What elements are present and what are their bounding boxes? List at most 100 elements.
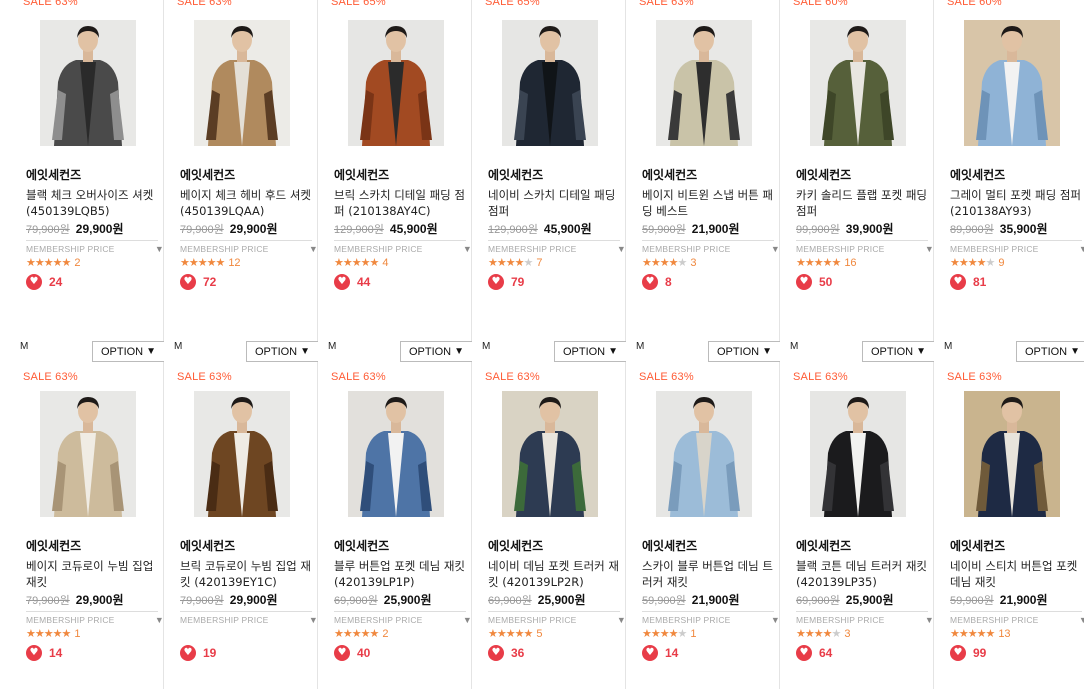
brand-name[interactable]: 에잇세컨즈 <box>26 537 81 554</box>
heart-icon[interactable]: ♥ <box>642 645 658 661</box>
heart-icon[interactable]: ♥ <box>26 645 42 661</box>
product-image[interactable] <box>194 20 290 146</box>
product-card[interactable]: SALE 63% 에잇세컨즈 브릭 코듀로이 누빔 집업 재킷 (420139EY1… <box>164 371 318 689</box>
product-image[interactable] <box>40 391 136 517</box>
product-image[interactable] <box>964 20 1060 146</box>
product-name[interactable]: 브릭 코듀로이 누빔 집업 재킷 (420139EY1C) <box>180 558 312 590</box>
product-card[interactable]: SALE 63% 에잇세컨즈 블루 버튼업 포켓 데님 재킷 (420139LP1P… <box>318 371 472 689</box>
heart-icon[interactable]: ♥ <box>488 274 504 290</box>
product-name[interactable]: 네이비 스티치 버튼업 포켓 데님 재킷 <box>950 558 1082 590</box>
product-card[interactable]: SALE 63% 에잇세컨즈 블랙 코튼 데님 트러커 재킷 (420139LP35… <box>780 371 934 689</box>
membership-price-toggle[interactable]: MEMBERSHIP PRICE ▼ <box>642 240 780 254</box>
product-name[interactable]: 블랙 코튼 데님 트러커 재킷 (420139LP35) <box>796 558 928 590</box>
brand-name[interactable]: 에잇세컨즈 <box>796 166 851 183</box>
heart-icon[interactable]: ♥ <box>796 274 812 290</box>
rating: ★★★★★ 12 <box>180 256 241 269</box>
product-image[interactable] <box>656 20 752 146</box>
product-image[interactable] <box>810 391 906 517</box>
option-button[interactable]: OPTION ▼ <box>554 341 626 362</box>
brand-name[interactable]: 에잇세컨즈 <box>488 166 543 183</box>
membership-price-toggle[interactable]: MEMBERSHIP PRICE ▼ <box>488 611 626 625</box>
product-name[interactable]: 블루 버튼업 포켓 데님 재킷 (420139LP1P) <box>334 558 466 590</box>
option-button[interactable]: OPTION ▼ <box>708 341 780 362</box>
heart-icon[interactable]: ♥ <box>180 645 196 661</box>
star-icons: ★★★★ <box>642 256 678 269</box>
membership-price-toggle[interactable]: MEMBERSHIP PRICE ▼ <box>950 611 1084 625</box>
heart-icon[interactable]: ♥ <box>334 645 350 661</box>
brand-name[interactable]: 에잇세컨즈 <box>488 537 543 554</box>
option-button[interactable]: OPTION ▼ <box>92 341 164 362</box>
product-card[interactable]: SALE 60% 에잇세컨즈 카키 솔리드 플랩 포켓 패딩 점퍼 99,900원 39… <box>780 0 934 371</box>
product-name[interactable]: 스카이 블루 버튼업 데님 트러커 재킷 <box>642 558 774 590</box>
membership-price-toggle[interactable]: MEMBERSHIP PRICE ▼ <box>180 611 318 625</box>
option-button[interactable]: OPTION ▼ <box>862 341 934 362</box>
product-card[interactable]: SALE 63% 에잇세컨즈 네이비 스티치 버튼업 포켓 데님 재킷 59,900원… <box>934 371 1084 689</box>
brand-name[interactable]: 에잇세컨즈 <box>642 537 697 554</box>
membership-price-toggle[interactable]: MEMBERSHIP PRICE ▼ <box>796 611 934 625</box>
membership-price-toggle[interactable]: MEMBERSHIP PRICE ▼ <box>334 240 472 254</box>
product-image[interactable] <box>502 20 598 146</box>
brand-name[interactable]: 에잇세컨즈 <box>334 537 389 554</box>
brand-name[interactable]: 에잇세컨즈 <box>796 537 851 554</box>
product-name[interactable]: 카키 솔리드 플랩 포켓 패딩 점퍼 <box>796 187 928 219</box>
brand-name[interactable]: 에잇세컨즈 <box>950 166 1005 183</box>
product-image[interactable] <box>348 20 444 146</box>
membership-price-toggle[interactable]: MEMBERSHIP PRICE ▼ <box>26 240 164 254</box>
brand-name[interactable]: 에잇세컨즈 <box>950 537 1005 554</box>
heart-icon[interactable]: ♥ <box>950 645 966 661</box>
product-card[interactable]: SALE 63% 에잇세컨즈 스카이 블루 버튼업 데님 트러커 재킷 59,900원… <box>626 371 780 689</box>
brand-name[interactable]: 에잇세컨즈 <box>26 166 81 183</box>
option-button[interactable]: OPTION ▼ <box>1016 341 1084 362</box>
product-image[interactable] <box>194 391 290 517</box>
heart-icon[interactable]: ♥ <box>642 274 658 290</box>
star-icons: ★★★★★ <box>796 256 841 269</box>
heart-icon[interactable]: ♥ <box>334 274 350 290</box>
product-name[interactable]: 베이지 코듀로이 누빔 집업 재킷 <box>26 558 158 590</box>
membership-price-toggle[interactable]: MEMBERSHIP PRICE ▼ <box>334 611 472 625</box>
product-card[interactable]: SALE 65% 에잇세컨즈 브릭 스카치 디테일 패딩 점퍼 (210138AY4… <box>318 0 472 371</box>
heart-icon[interactable]: ♥ <box>180 274 196 290</box>
product-name[interactable]: 그레이 멀티 포켓 패딩 점퍼 (210138AY93) <box>950 187 1082 219</box>
product-name[interactable]: 블랙 체크 오버사이즈 셔켓 (450139LQB5) <box>26 187 158 219</box>
brand-name[interactable]: 에잇세컨즈 <box>642 166 697 183</box>
like-block: ♥ 44 <box>334 274 370 290</box>
membership-price-toggle[interactable]: MEMBERSHIP PRICE ▼ <box>180 240 318 254</box>
heart-icon[interactable]: ♥ <box>26 274 42 290</box>
membership-price-toggle[interactable]: MEMBERSHIP PRICE ▼ <box>488 240 626 254</box>
membership-price-toggle[interactable]: MEMBERSHIP PRICE ▼ <box>26 611 164 625</box>
product-image[interactable] <box>40 20 136 146</box>
product-name[interactable]: 베이지 비트윈 스냅 버튼 패딩 베스트 <box>642 187 774 219</box>
membership-price-toggle[interactable]: MEMBERSHIP PRICE ▼ <box>642 611 780 625</box>
product-name[interactable]: 네이비 스카치 디테일 패딩 점퍼 <box>488 187 620 219</box>
heart-icon[interactable]: ♥ <box>796 645 812 661</box>
product-image[interactable] <box>348 391 444 517</box>
product-image[interactable] <box>964 391 1060 517</box>
product-image[interactable] <box>502 391 598 517</box>
heart-icon[interactable]: ♥ <box>488 645 504 661</box>
product-image[interactable] <box>810 20 906 146</box>
option-label: OPTION <box>100 345 144 358</box>
product-card[interactable]: SALE 65% 에잇세컨즈 네이비 스카치 디테일 패딩 점퍼 129,900원 45… <box>472 0 626 371</box>
product-card[interactable]: SALE 63% 에잇세컨즈 베이지 비트윈 스냅 버튼 패딩 베스트 59,900원… <box>626 0 780 371</box>
option-button[interactable]: OPTION ▼ <box>246 341 318 362</box>
product-card[interactable]: SALE 63% 에잇세컨즈 블랙 체크 오버사이즈 셔켓 (450139LQB5)… <box>10 0 164 371</box>
brand-name[interactable]: 에잇세컨즈 <box>334 166 389 183</box>
product-image[interactable] <box>656 391 752 517</box>
membership-price-toggle[interactable]: MEMBERSHIP PRICE ▼ <box>950 240 1084 254</box>
sale-badge: SALE 63% <box>23 371 78 383</box>
chevron-down-icon: ▼ <box>154 244 164 254</box>
product-name[interactable]: 베이지 체크 헤비 후드 셔켓 (450139LQAA) <box>180 187 312 219</box>
brand-name[interactable]: 에잇세컨즈 <box>180 166 235 183</box>
original-price: 99,900원 <box>796 224 840 236</box>
product-name[interactable]: 브릭 스카치 디테일 패딩 점퍼 (210138AY4C) <box>334 187 466 219</box>
brand-name[interactable]: 에잇세컨즈 <box>180 537 235 554</box>
product-card[interactable]: SALE 63% 에잇세컨즈 베이지 체크 헤비 후드 셔켓 (450139LQAA… <box>164 0 318 371</box>
membership-price-toggle[interactable]: MEMBERSHIP PRICE ▼ <box>796 240 934 254</box>
product-card[interactable]: SALE 63% 에잇세컨즈 베이지 코듀로이 누빔 집업 재킷 79,900원 29,… <box>10 371 164 689</box>
product-name[interactable]: 네이비 데님 포켓 트러커 재킷 (420139LP2R) <box>488 558 620 590</box>
star-empty-icons: ★ <box>523 256 533 269</box>
product-card[interactable]: SALE 63% 에잇세컨즈 네이비 데님 포켓 트러커 재킷 (420139LP2… <box>472 371 626 689</box>
option-button[interactable]: OPTION ▼ <box>400 341 472 362</box>
heart-icon[interactable]: ♥ <box>950 274 966 290</box>
product-card[interactable]: SALE 60% 에잇세컨즈 그레이 멀티 포켓 패딩 점퍼 (210138AY93… <box>934 0 1084 371</box>
